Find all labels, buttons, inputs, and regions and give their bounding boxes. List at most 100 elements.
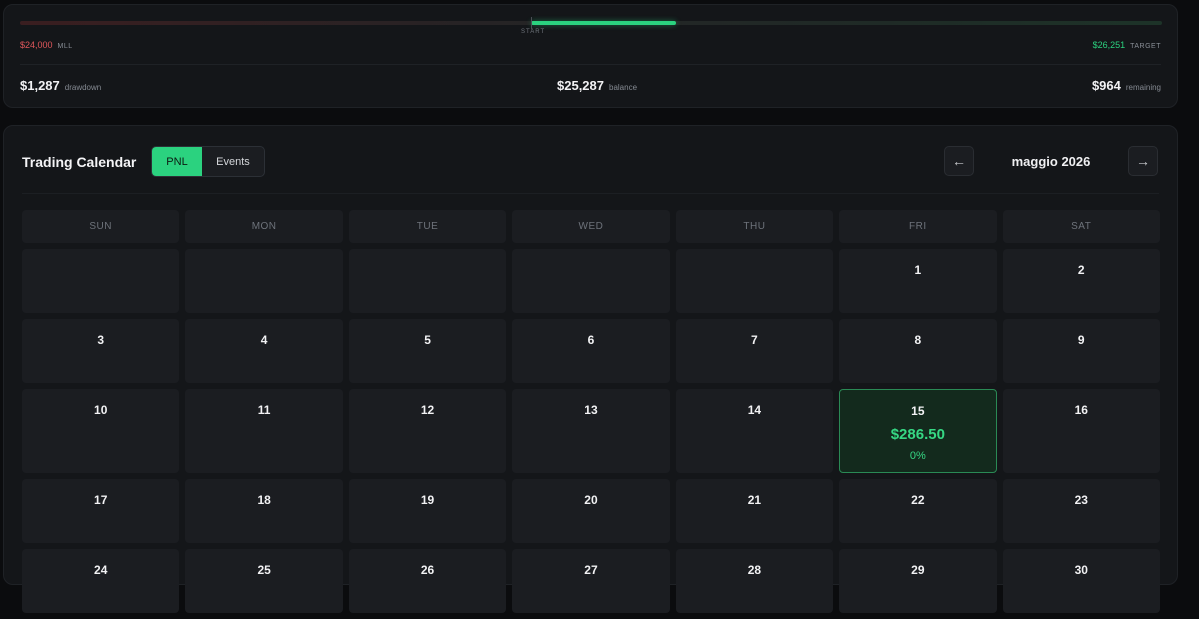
day-cell[interactable]: 28	[675, 549, 834, 613]
day-cell[interactable]: 22	[839, 479, 997, 543]
empty-day-cell	[512, 249, 670, 313]
calendar-week-row: 10 11 12 13 14 15 $286.50 0% 16	[22, 389, 1160, 473]
day-cell[interactable]: 6	[512, 319, 670, 383]
day-number: 3	[97, 333, 105, 347]
drawdown-value: $1,287	[20, 78, 60, 93]
weekday-header: TUE	[348, 210, 507, 243]
empty-day-cell	[22, 249, 180, 313]
remaining-label: remaining	[1125, 83, 1161, 92]
next-month-button[interactable]: →	[1128, 146, 1158, 176]
day-cell[interactable]: 27	[512, 549, 670, 613]
day-number: 11	[257, 403, 271, 417]
weekday-header: WED	[512, 210, 670, 243]
target-label: TARGET	[1130, 43, 1161, 50]
target-value: $26,251	[1092, 40, 1126, 50]
drawdown-label: drawdown	[64, 83, 102, 92]
empty-day-cell	[675, 249, 834, 313]
day-number: 2	[1077, 263, 1085, 277]
account-progress-card: START $24,000 MLL $26,251 TARGET $1,287 dra…	[3, 4, 1178, 108]
day-cell[interactable]: 17	[22, 479, 180, 543]
progress-track	[20, 17, 1162, 29]
day-number: 21	[747, 493, 762, 507]
card-divider	[20, 64, 1161, 65]
calendar-week-row: 24 25 26 27 28 29 30	[22, 549, 1160, 613]
day-cell[interactable]: 24	[22, 549, 180, 613]
remaining-value: $964	[1091, 78, 1121, 93]
arrow-right-icon: →	[1136, 153, 1150, 169]
day-cell[interactable]: 10	[22, 389, 180, 473]
view-toggle: PNL Events	[151, 146, 265, 177]
day-number: 30	[1074, 563, 1088, 577]
balance-stat: $25,287 balance	[557, 77, 637, 95]
day-cell[interactable]: 1	[839, 249, 997, 313]
day-number: 12	[420, 403, 435, 417]
day-number: 15	[911, 404, 925, 418]
balance-label: balance	[609, 83, 638, 92]
day-number: 10	[94, 403, 108, 417]
day-cell[interactable]: 20	[512, 479, 670, 543]
day-cell[interactable]: 26	[348, 549, 507, 613]
weekday-header: THU	[675, 210, 834, 243]
day-cell[interactable]: 8	[839, 319, 997, 383]
day-pnl-percent: 0%	[909, 450, 926, 462]
calendar-week-row: 3 4 5 6 7 8 9	[22, 319, 1160, 383]
arrow-left-icon: ←	[952, 153, 966, 169]
trading-calendar-card: Trading Calendar PNL Events ← maggio 202…	[3, 125, 1178, 613]
day-cell[interactable]: 25	[185, 549, 343, 613]
balance-value: $25,287	[557, 78, 604, 93]
day-number: 18	[257, 493, 271, 507]
day-cell[interactable]: 18	[185, 479, 343, 543]
day-number: 20	[584, 493, 598, 507]
events-tab[interactable]: Events	[202, 147, 264, 176]
day-pnl-amount: $286.50	[890, 426, 945, 443]
day-number: 16	[1074, 403, 1088, 417]
day-number: 7	[751, 333, 758, 347]
day-cell[interactable]: 21	[675, 479, 834, 543]
day-cell[interactable]: 30	[1002, 549, 1160, 613]
weekday-header: MON	[185, 210, 343, 243]
weekday-header: SUN	[22, 210, 180, 243]
weekday-header-row: SUN MON TUE WED THU FRI SAT	[22, 210, 1160, 243]
month-label: maggio 2026	[1011, 154, 1091, 169]
day-cell[interactable]: 23	[1002, 479, 1160, 543]
day-number: 9	[1077, 333, 1085, 347]
mll-indicator: $24,000 MLL	[20, 40, 73, 50]
empty-day-cell	[348, 249, 507, 313]
day-number: 23	[1074, 493, 1088, 507]
prev-month-button[interactable]: ←	[944, 146, 974, 176]
day-cell[interactable]: 11	[185, 389, 343, 473]
day-number: 17	[94, 493, 108, 507]
day-cell[interactable]: 29	[839, 549, 997, 613]
day-number: 28	[747, 563, 762, 577]
mll-label: MLL	[57, 43, 73, 50]
calendar-title: Trading Calendar	[22, 154, 137, 170]
mll-value: $24,000	[20, 40, 53, 50]
day-cell[interactable]: 13	[512, 389, 670, 473]
day-number: 4	[260, 333, 268, 347]
pnl-tab[interactable]: PNL	[152, 147, 202, 176]
calendar-grid: SUN MON TUE WED THU FRI SAT 1 2 3 4 5 6 7 8 9 10 11 12 13 1…	[22, 210, 1160, 619]
calendar-week-row: 17 18 19 20 21 22 23	[22, 479, 1160, 543]
day-number: 22	[911, 493, 925, 507]
target-indicator: $26,251 TARGET	[1093, 40, 1161, 50]
day-cell[interactable]: 12	[348, 389, 507, 473]
day-cell[interactable]: 14	[675, 389, 834, 473]
day-cell[interactable]: 15 $286.50 0%	[839, 389, 997, 473]
day-number: 6	[587, 333, 595, 347]
day-cell[interactable]: 16	[1002, 389, 1160, 473]
day-number: 5	[424, 333, 431, 347]
drawdown-stat: $1,287 drawdown	[20, 77, 101, 95]
day-cell[interactable]: 3	[22, 319, 180, 383]
day-cell[interactable]: 9	[1002, 319, 1160, 383]
day-number: 27	[584, 563, 598, 577]
empty-day-cell	[185, 249, 343, 313]
day-cell[interactable]: 2	[1002, 249, 1160, 313]
day-cell[interactable]: 7	[675, 319, 834, 383]
day-number: 14	[747, 403, 762, 417]
day-cell[interactable]: 19	[348, 479, 507, 543]
calendar-week-row: 12	[22, 249, 1160, 313]
day-number: 1	[914, 263, 922, 277]
day-cell[interactable]: 4	[185, 319, 343, 383]
calendar-divider	[22, 193, 1159, 194]
day-cell[interactable]: 5	[348, 319, 507, 383]
